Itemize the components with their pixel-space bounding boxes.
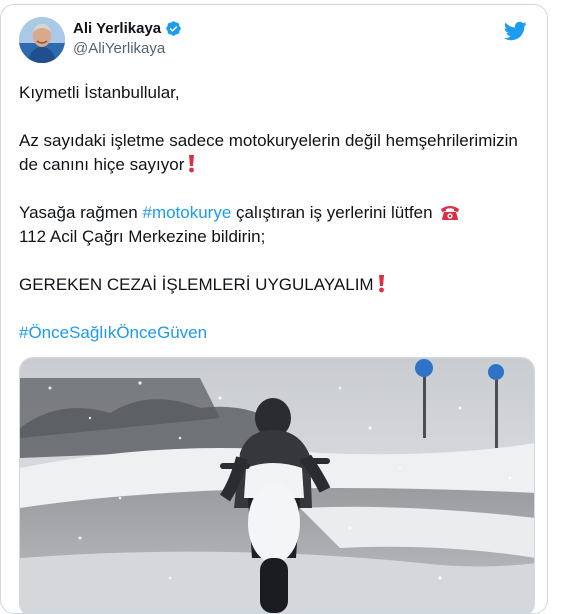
report-text-start: Yasağa rağmen: [19, 203, 143, 222]
hashtag-once-saglik-once-guven[interactable]: #ÖnceSağlıkÖnceGüven: [19, 323, 207, 342]
tweet-paragraph-report: Yasağa rağmen #motokurye çalıştıran iş y…: [19, 201, 539, 249]
tweet-header: Ali Yerlikaya @AliYerlikaya: [19, 17, 533, 69]
tweet-card[interactable]: Ali Yerlikaya @AliYerlikaya Kıymetli İst…: [0, 4, 548, 614]
tweet-text: Kıymetli İstanbullular, Az sayıdaki işle…: [19, 81, 539, 345]
action-text: GEREKEN CEZAİ İŞLEMLERİ UYGULAYALIM: [19, 275, 374, 294]
twitter-bird-icon[interactable]: [503, 19, 527, 43]
red-exclamation-emoji: [378, 274, 385, 293]
verified-badge-icon: [165, 20, 182, 37]
author-info: Ali Yerlikaya @AliYerlikaya: [73, 20, 182, 57]
tweet-media-photo[interactable]: [19, 357, 535, 613]
telephone-emoji: [439, 203, 461, 221]
author-avatar[interactable]: [19, 17, 65, 63]
report-text-end: 112 Acil Çağrı Merkezine bildirin;: [19, 227, 266, 246]
tweet-paragraph-warning: Az sayıdaki işletme sadece motokuryeleri…: [19, 129, 539, 177]
author-name[interactable]: Ali Yerlikaya: [73, 20, 161, 37]
red-exclamation-emoji: [188, 154, 195, 173]
tweet-paragraph-greeting: Kıymetli İstanbullular,: [19, 83, 180, 102]
tweet-paragraph-hashtag: #ÖnceSağlıkÖnceGüven: [19, 321, 539, 345]
report-text-middle: çalıştıran iş yerlerini lütfen: [231, 203, 433, 222]
tweet-paragraph-action: GEREKEN CEZAİ İŞLEMLERİ UYGULAYALIM: [19, 273, 539, 297]
author-handle[interactable]: @AliYerlikaya: [73, 40, 182, 57]
hashtag-motokurye[interactable]: #motokurye: [142, 203, 231, 222]
warning-text: Az sayıdaki işletme sadece motokuryeleri…: [19, 131, 518, 174]
